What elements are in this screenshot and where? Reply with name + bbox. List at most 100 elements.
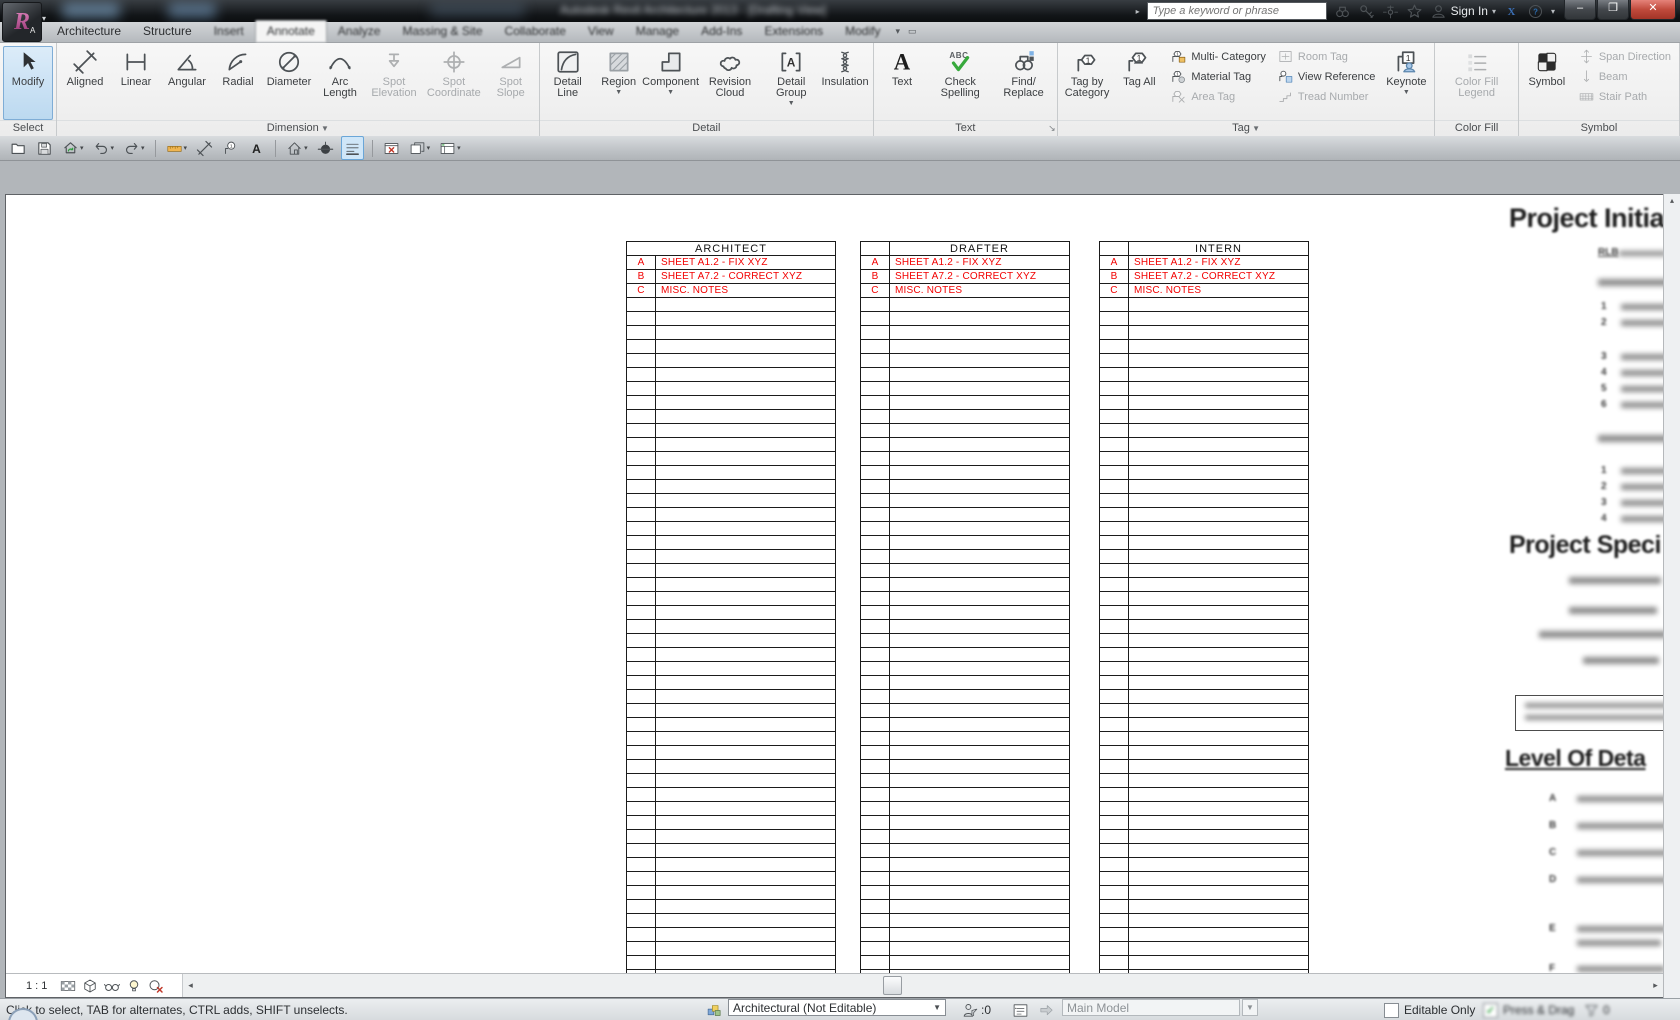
minimize-button[interactable]: –: [1564, 0, 1596, 20]
default-3d-view-button[interactable]: ▾: [284, 137, 310, 159]
button-revision-cloud[interactable]: Revision Cloud: [697, 46, 762, 120]
view-scale-button[interactable]: 1 : 1: [26, 980, 47, 992]
temporary-hide-isolate-button[interactable]: [103, 977, 121, 995]
drawing-canvas[interactable]: ARCHITECT A SHEET A1.2 - FIX XYZ B SHEET A7.…: [5, 194, 1664, 998]
button-aligned[interactable]: Aligned: [60, 46, 110, 120]
favorites-star-icon[interactable]: [1406, 3, 1423, 20]
thin-lines-button[interactable]: [340, 136, 364, 160]
selection-filter[interactable]: 0: [1583, 999, 1610, 1020]
switch-windows-button[interactable]: ▾: [407, 137, 433, 159]
button-text[interactable]: A Text: [877, 46, 927, 120]
close-button[interactable]: ✕: [1630, 0, 1676, 20]
vertical-scrollbar[interactable]: ▴: [1663, 194, 1680, 998]
user-interface-button[interactable]: ▾: [437, 137, 463, 159]
horizontal-scrollbar[interactable]: ◂ ▸: [182, 974, 1663, 997]
tab-extensions[interactable]: Extensions: [753, 21, 834, 42]
search-icon[interactable]: [1334, 3, 1351, 20]
restore-button[interactable]: ❐: [1597, 0, 1629, 20]
text-button[interactable]: A: [246, 137, 267, 159]
button-view-reference[interactable]: View Reference: [1274, 67, 1378, 86]
dialog-launcher-icon[interactable]: ↘: [1048, 121, 1056, 135]
button-detail-line[interactable]: Detail Line: [543, 46, 593, 120]
synchronize-button[interactable]: ▾: [60, 137, 86, 159]
button-diameter[interactable]: Diameter: [264, 46, 314, 120]
editable-filter-icon[interactable]: [962, 1002, 979, 1019]
panel-label-color-fill[interactable]: Color Fill: [1435, 120, 1518, 136]
tab-massing-site[interactable]: Massing & Site: [391, 21, 493, 42]
panel-label-text[interactable]: Text ↘: [874, 120, 1057, 136]
button-linear[interactable]: Linear: [111, 46, 161, 120]
tab-collaborate[interactable]: Collaborate: [494, 21, 577, 42]
design-options-icon[interactable]: [1012, 1002, 1029, 1019]
button-multi-category[interactable]: 1 Multi- Category: [1167, 47, 1269, 66]
button-symbol[interactable]: Symbol: [1522, 46, 1572, 120]
scroll-right-icon[interactable]: ▸: [1648, 974, 1663, 997]
design-option-chevron[interactable]: ▼: [1242, 999, 1258, 1016]
visual-style-button[interactable]: [81, 977, 99, 995]
button-arc-length[interactable]: Arc Length: [315, 46, 365, 120]
active-workset-dropdown[interactable]: Architectural (Not Editable) ▼: [728, 999, 946, 1016]
panel-label-detail[interactable]: Detail: [539, 120, 873, 136]
detail-level-button[interactable]: [59, 977, 77, 995]
button-tag-all[interactable]: 1 Tag All: [1114, 46, 1164, 120]
help-chevron-icon[interactable]: ▾: [1551, 7, 1555, 16]
button-angular[interactable]: Angular: [162, 46, 212, 120]
tab-architecture[interactable]: Architecture: [46, 21, 132, 42]
sign-in-button[interactable]: Sign In ▾: [1430, 3, 1496, 20]
table-row-empty: [1100, 956, 1308, 970]
subscription-key-icon[interactable]: [1358, 3, 1375, 20]
tab-annotate[interactable]: Annotate: [254, 20, 327, 42]
button-radial[interactable]: Radial: [213, 46, 263, 120]
search-input[interactable]: [1146, 2, 1327, 20]
measure-button[interactable]: ▾: [164, 137, 190, 159]
button-keynote[interactable]: 1 Keynote ▼: [1381, 46, 1431, 120]
tab-insert[interactable]: Insert: [203, 21, 255, 42]
undo-button[interactable]: ▾: [91, 137, 117, 159]
blurred-text-line: [1577, 823, 1663, 829]
editable-only-checkbox[interactable]: Editable Only: [1384, 999, 1475, 1020]
active-design-option-dropdown[interactable]: Main Model: [1062, 999, 1240, 1016]
redo-button[interactable]: ▾: [121, 137, 147, 159]
button-insulation[interactable]: Insulation: [820, 46, 870, 120]
button-component[interactable]: Component ▼: [642, 46, 699, 120]
aligned-dimension-button[interactable]: [194, 137, 215, 159]
button-modify[interactable]: Modify: [3, 46, 53, 120]
button-tag-by-category[interactable]: 1 Tag by Category: [1061, 46, 1114, 120]
save-button[interactable]: [34, 137, 55, 159]
exchange-apps-icon[interactable]: X: [1503, 3, 1520, 20]
button-material-tag[interactable]: 1 Material Tag: [1167, 67, 1269, 86]
ribbon-options-chevron-icon[interactable]: ▾: [891, 26, 904, 42]
tag-by-category-button[interactable]: 1: [220, 137, 241, 159]
press-drag-checkbox[interactable]: ✓ Press & Drag: [1483, 999, 1574, 1020]
tab-manage[interactable]: Manage: [625, 21, 690, 42]
tab-add-ins[interactable]: Add-Ins: [690, 21, 753, 42]
tab-modify[interactable]: Modify: [834, 21, 891, 42]
close-hidden-windows-button[interactable]: [381, 137, 402, 159]
application-menu-button[interactable]: R: [2, 2, 42, 42]
button-check-spelling[interactable]: ABC Check Spelling: [928, 46, 992, 120]
tab-analyze[interactable]: Analyze: [327, 21, 392, 42]
button-region[interactable]: Region ▼: [594, 46, 644, 120]
table-row-empty: [1100, 858, 1308, 872]
tab-view[interactable]: View: [577, 21, 625, 42]
table-row-empty: [861, 732, 1069, 746]
panel-label-tag[interactable]: Tag ▼: [1057, 120, 1435, 136]
button-detail-group[interactable]: A Detail Group ▼: [763, 46, 819, 120]
help-icon[interactable]: ?: [1527, 3, 1544, 20]
open-button[interactable]: [8, 137, 29, 159]
scroll-left-icon[interactable]: ◂: [183, 974, 198, 997]
section-button[interactable]: [315, 137, 336, 159]
button-find-replace[interactable]: Find/ Replace: [993, 46, 1053, 120]
ribbon-minimize-icon[interactable]: ▭: [904, 26, 921, 42]
panel-label-dimension[interactable]: Dimension ▼: [57, 120, 539, 136]
worksharing-display-button[interactable]: [147, 977, 165, 995]
infocenter-collapse-icon[interactable]: ▸: [1136, 7, 1140, 16]
communication-center-icon[interactable]: [1382, 3, 1399, 20]
horizontal-scrollbar-thumb[interactable]: [883, 976, 902, 995]
tab-structure[interactable]: Structure: [132, 21, 203, 42]
reveal-hidden-elements-button[interactable]: [125, 977, 143, 995]
scroll-up-icon[interactable]: ▴: [1664, 196, 1680, 205]
panel-label-symbol[interactable]: Symbol: [1518, 120, 1679, 136]
worksets-icon[interactable]: [706, 1002, 723, 1019]
panel-label-select[interactable]: Select: [0, 120, 56, 136]
